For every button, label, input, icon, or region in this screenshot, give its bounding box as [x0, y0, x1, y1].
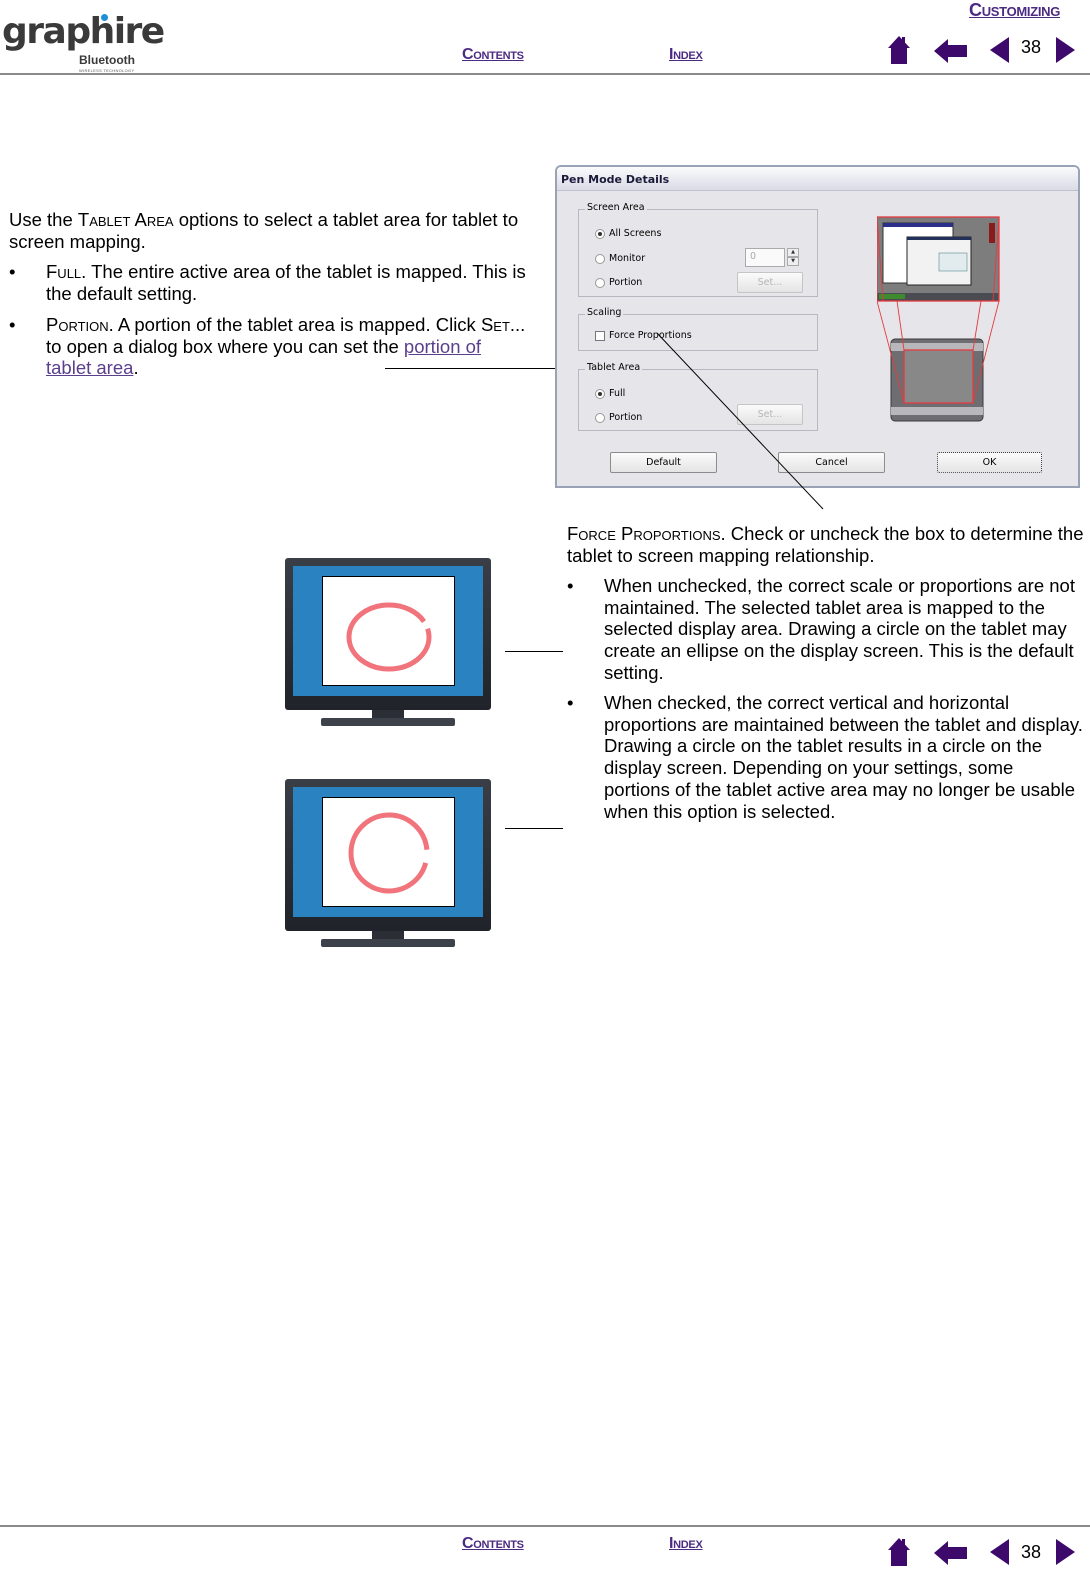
graphire-logo: graphire Bluetooth WIRELESS TECHNOLOGY — [2, 12, 165, 74]
checked-bullet: When checked, the correct vertical and h… — [604, 692, 1083, 822]
logo-dot — [101, 14, 108, 21]
radio-monitor[interactable]: Monitor — [595, 253, 645, 264]
full-text: . The entire active area of the tablet i… — [46, 261, 526, 304]
monitor-number-input[interactable]: 0 — [745, 248, 785, 267]
dialog-titlebar: Pen Mode Details — [557, 167, 1078, 191]
home-icon[interactable] — [887, 35, 911, 65]
monitor-spinner[interactable]: ▲ ▼ — [787, 248, 799, 266]
screen-area-legend: Screen Area — [585, 202, 647, 213]
checkbox-label: Force Proportions — [609, 330, 692, 341]
radio-portion-screen[interactable]: Portion — [595, 277, 642, 288]
portion-text-end: . — [133, 357, 139, 379]
portion-term: Portion — [46, 314, 109, 335]
default-button[interactable]: Default — [610, 452, 717, 473]
bullet-marker: • — [567, 692, 574, 713]
screen-area-group: Screen Area All Screens Monitor Portion … — [578, 202, 818, 297]
leader-line-checked — [505, 828, 563, 829]
scaling-group: Scaling Force Proportions — [578, 307, 818, 351]
ok-button[interactable]: OK — [937, 452, 1042, 473]
pen-mode-details-dialog: Pen Mode Details Screen Area All Screens… — [555, 165, 1080, 488]
footer-home-icon[interactable] — [887, 1537, 911, 1567]
force-proportions-checkbox[interactable]: Force Proportions — [595, 330, 692, 341]
drawn-circle — [348, 812, 430, 894]
full-bullet: Full. The entire active area of the tabl… — [46, 261, 531, 304]
footer-divider — [0, 1525, 1090, 1527]
mapping-preview — [877, 216, 1000, 422]
logo-wordmark: graphire — [2, 11, 165, 52]
footer-index-link[interactable]: Index — [669, 1535, 703, 1553]
radio-full[interactable]: Full — [595, 388, 625, 399]
monitor-circle-illustration — [283, 779, 493, 951]
contents-link[interactable]: Contents — [462, 46, 524, 64]
previous-page-icon[interactable] — [990, 37, 1010, 63]
radio-portion-tablet[interactable]: Portion — [595, 412, 642, 423]
bullet-marker: • — [9, 261, 16, 282]
tablet-area-intro: Use the Tablet Area options to select a … — [9, 209, 529, 252]
back-arrow-icon[interactable] — [934, 39, 968, 63]
monitor-screen — [293, 787, 483, 917]
monitor-bezel — [285, 779, 491, 931]
radio-circle — [595, 253, 605, 264]
portion-text: . A portion of the tablet area is mapped… — [108, 314, 481, 335]
full-term: Full — [46, 261, 82, 282]
scaling-legend: Scaling — [585, 307, 624, 318]
drawn-ellipse — [346, 602, 432, 672]
set-term: Set — [480, 314, 510, 335]
index-link[interactable]: Index — [669, 46, 703, 64]
portion-bullet: Portion. A portion of the tablet area is… — [46, 314, 531, 379]
checkbox-unchecked — [595, 330, 605, 341]
force-proportions-intro: Force Proportions. Check or uncheck the … — [567, 523, 1087, 566]
radio-label: Full — [609, 388, 626, 399]
radio-circle-selected — [595, 388, 605, 399]
monitor-ellipse-illustration — [283, 558, 493, 730]
tablet-area-legend: Tablet Area — [585, 362, 643, 373]
footer-contents-link[interactable]: Contents — [462, 1535, 524, 1553]
page-number: 38 — [1021, 37, 1042, 57]
unchecked-bullet: When unchecked, the correct scale or pro… — [604, 575, 1075, 683]
screen-set-button[interactable]: Set... — [737, 272, 803, 293]
logo-bluetooth: Bluetooth — [79, 53, 135, 67]
monitor-bezel — [285, 558, 491, 710]
monitor-stand — [321, 718, 455, 726]
leader-line-tablet-area — [385, 368, 580, 369]
footer-next-page-icon[interactable] — [1056, 1539, 1076, 1565]
spin-down-icon[interactable]: ▼ — [787, 257, 799, 266]
leader-line-unchecked — [505, 651, 563, 652]
intro-text: Use the — [9, 209, 78, 230]
radio-all-screens[interactable]: All Screens — [595, 228, 661, 239]
drawing-canvas — [322, 576, 455, 686]
radio-circle — [595, 277, 605, 288]
tablet-area-term: Tablet Area — [77, 209, 174, 230]
bullet-marker: • — [9, 314, 16, 335]
monitor-stand — [321, 939, 455, 947]
next-page-icon[interactable] — [1056, 37, 1076, 63]
force-proportions-term: Force Proportions — [567, 523, 721, 544]
bullet-marker: • — [567, 575, 574, 596]
footer-page-number: 38 — [1021, 1542, 1042, 1562]
tablet-active-area — [903, 349, 974, 404]
dialog-title: Pen Mode Details — [561, 173, 670, 186]
radio-circle — [595, 412, 605, 423]
section-link-customizing[interactable]: Customizing — [969, 1, 1060, 19]
spin-up-icon[interactable]: ▲ — [787, 248, 799, 257]
radio-label: Portion — [609, 277, 643, 288]
header-divider — [0, 73, 1090, 75]
radio-label: All Screens — [609, 228, 662, 239]
radio-circle-selected — [595, 228, 605, 239]
drawing-canvas — [322, 797, 455, 907]
footer-back-arrow-icon[interactable] — [934, 1541, 968, 1565]
cancel-button[interactable]: Cancel — [778, 452, 885, 473]
circle-drawing — [348, 812, 430, 894]
ellipse-drawing — [346, 602, 432, 672]
radio-label: Monitor — [609, 253, 646, 264]
monitor-screen — [293, 566, 483, 696]
footer-previous-page-icon[interactable] — [990, 1539, 1010, 1565]
tablet-set-button[interactable]: Set... — [737, 404, 803, 425]
radio-label: Portion — [609, 412, 643, 423]
tablet-area-group: Tablet Area Full Portion Set... — [578, 362, 818, 431]
